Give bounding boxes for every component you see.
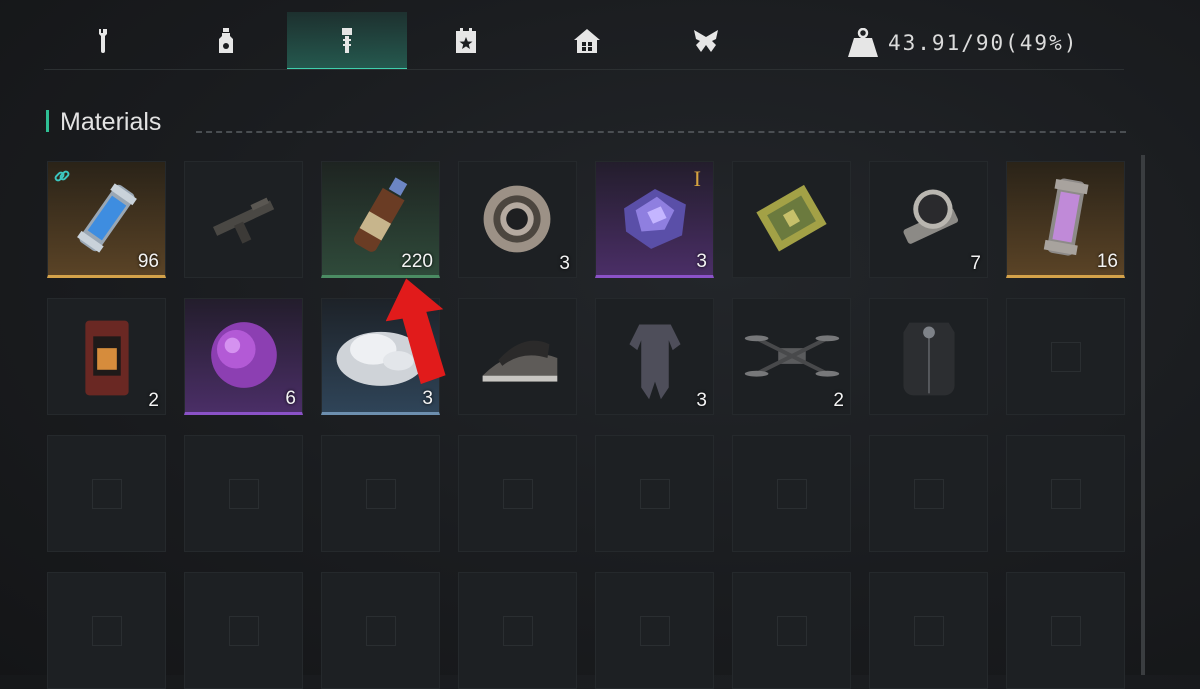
- item-quantity: 3: [559, 253, 570, 274]
- weight-icon: [848, 28, 878, 57]
- scrollbar[interactable]: [1141, 155, 1145, 675]
- inventory-slot-empty[interactable]: [595, 572, 714, 689]
- inventory-slot-empty[interactable]: [184, 435, 303, 552]
- rifle-part-icon: [212, 197, 275, 244]
- tab-materials[interactable]: [287, 12, 407, 70]
- inventory-slot-empty[interactable]: [47, 435, 166, 552]
- tab-tools[interactable]: [44, 12, 164, 70]
- carry-weight-value: 43.91/90(49%): [888, 31, 1079, 55]
- tab-divider: [44, 69, 1124, 70]
- tab-events[interactable]: [406, 12, 526, 70]
- red-arrow-annotation: [386, 278, 446, 384]
- circuit-chip-icon: [756, 184, 827, 252]
- item-quantity: 3: [696, 390, 707, 411]
- inventory-slot-rifle-part-item[interactable]: [184, 161, 303, 278]
- item-quantity: 2: [148, 390, 159, 411]
- inventory-slot-empty[interactable]: [458, 572, 577, 689]
- wings-icon: [694, 30, 718, 52]
- inventory-slot-blue-canister-item[interactable]: 96: [47, 161, 166, 278]
- item-quantity: 96: [137, 251, 159, 272]
- inventory-slot-jumpsuit-item[interactable]: 3: [595, 298, 714, 415]
- carry-weight: 43.91/90(49%): [846, 26, 1078, 60]
- inventory-slot-empty[interactable]: [321, 572, 440, 689]
- section-title: Materials: [60, 108, 162, 136]
- item-quantity: 3: [696, 251, 707, 272]
- bottle-icon: [219, 28, 233, 53]
- inventory-slot-empty[interactable]: [732, 435, 851, 552]
- item-quantity: 7: [970, 253, 981, 274]
- item-quantity: 16: [1096, 251, 1118, 272]
- inventory-slot-wristwatch-item[interactable]: 7: [869, 161, 988, 278]
- item-quantity: 220: [401, 251, 433, 272]
- section-header: Materials: [46, 108, 1126, 138]
- tab-housing[interactable]: [527, 12, 647, 70]
- inventory-slot-empty[interactable]: [1006, 435, 1125, 552]
- inventory-slot-empty[interactable]: [869, 572, 988, 689]
- inventory-slot-empty[interactable]: [1006, 572, 1125, 689]
- inventory-slot-drone-item[interactable]: 2: [732, 298, 851, 415]
- item-quantity: 3: [422, 388, 433, 409]
- calendar-icon: [456, 28, 476, 53]
- house-icon: [574, 29, 600, 53]
- category-tab-bar: 43.91/90(49%): [0, 0, 1200, 70]
- inventory-slot-armor-vest-item[interactable]: [869, 298, 988, 415]
- clothes-iron-icon: [482, 340, 558, 382]
- inventory-slot-bearing-item[interactable]: 3: [458, 161, 577, 278]
- inventory-slot-empty[interactable]: [595, 435, 714, 552]
- inventory-slot-pink-canister-item[interactable]: 16: [1006, 161, 1125, 278]
- inventory-slot-empty[interactable]: [1006, 298, 1125, 415]
- bolt-icon: [342, 28, 352, 53]
- inventory-slot-bottle-item[interactable]: 220: [321, 161, 440, 278]
- inventory-slot-empty[interactable]: [732, 572, 851, 689]
- inventory-slot-purple-orb-item[interactable]: 6: [184, 298, 303, 415]
- inventory-slot-circuit-chip-item[interactable]: [732, 161, 851, 278]
- tab-consumables[interactable]: [166, 12, 286, 70]
- inventory-slot-purple-crystal-item[interactable]: I3: [595, 161, 714, 278]
- tier-badge: I: [693, 166, 701, 191]
- wrench-icon: [99, 29, 107, 53]
- link-icon: [54, 170, 70, 182]
- inventory-slot-empty[interactable]: [321, 435, 440, 552]
- section-marker: [46, 110, 49, 132]
- section-divider: [196, 131, 1126, 133]
- inventory-slot-empty[interactable]: [869, 435, 988, 552]
- item-quantity: 2: [833, 390, 844, 411]
- inventory-slot-empty[interactable]: [458, 435, 577, 552]
- inventory-slot-empty[interactable]: [184, 572, 303, 689]
- item-quantity: 6: [285, 388, 296, 409]
- tab-special[interactable]: [646, 12, 766, 70]
- inventory-slot-empty[interactable]: [47, 572, 166, 689]
- inventory-slot-clothes-iron-item[interactable]: [458, 298, 577, 415]
- inventory-slot-heater-item[interactable]: 2: [47, 298, 166, 415]
- armor-vest-icon: [903, 322, 955, 396]
